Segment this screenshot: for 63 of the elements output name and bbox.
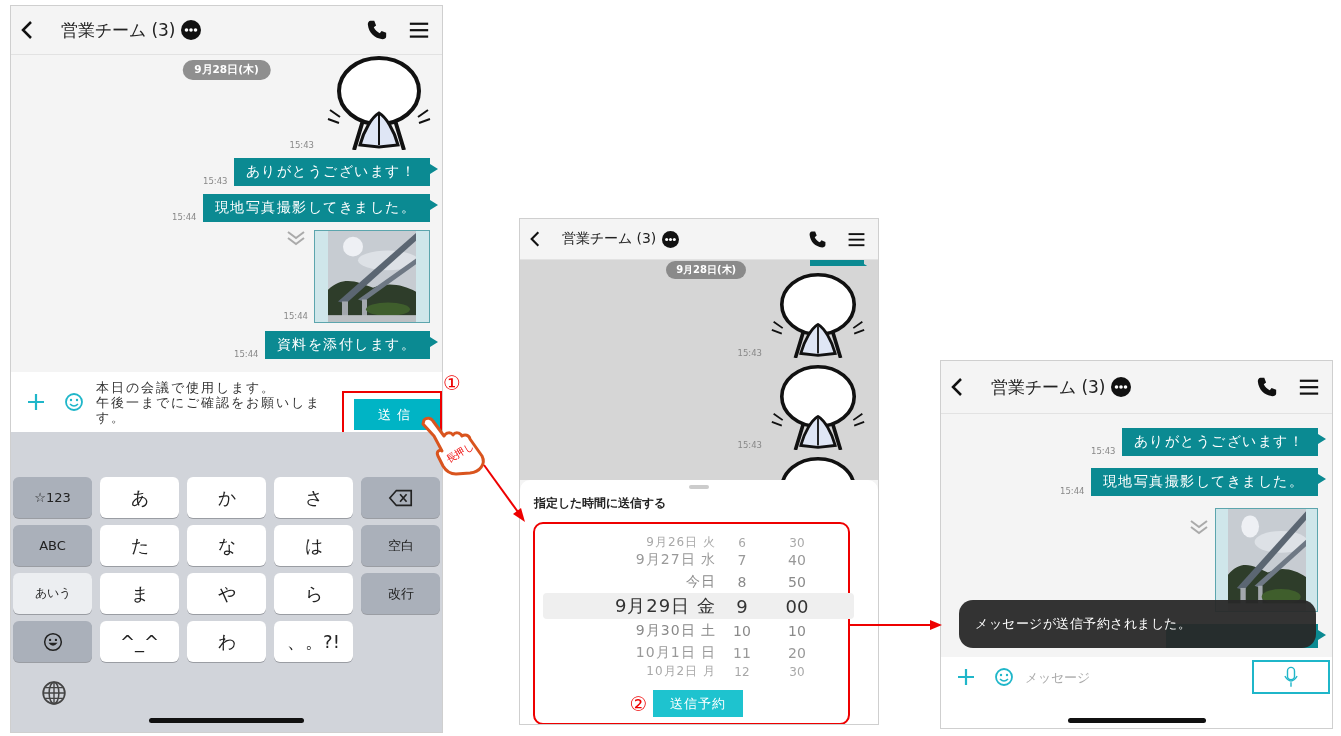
backspace-icon: [387, 487, 414, 508]
keyboard-key[interactable]: な: [187, 525, 266, 566]
keyboard-key[interactable]: [361, 477, 440, 518]
more-icon[interactable]: [1111, 377, 1132, 397]
date-chip: 9月28日(木): [182, 60, 271, 80]
keyboard-key[interactable]: 改行: [361, 573, 440, 614]
field-text: 午後一までにご確認をお願いします。: [96, 394, 321, 425]
photo-message[interactable]: [314, 230, 430, 323]
phone-icon[interactable]: [808, 229, 827, 249]
timestamp: 15:44: [172, 212, 197, 222]
message-bubble: ありがとうございます！: [233, 158, 438, 186]
globe-icon[interactable]: [41, 680, 67, 706]
phone-icon[interactable]: [1256, 376, 1278, 398]
chat-title: 営業チーム (3): [991, 375, 1106, 399]
keyboard-key[interactable]: さ: [274, 477, 353, 518]
keyboard-key[interactable]: ☆123: [13, 477, 92, 518]
keyboard-key[interactable]: た: [100, 525, 179, 566]
keyboard-key[interactable]: ABC: [13, 525, 92, 566]
step-number: ①: [443, 371, 461, 395]
keyboard-key[interactable]: [13, 621, 92, 662]
microphone-icon: [1284, 666, 1298, 688]
timestamp: 15:44: [1060, 486, 1085, 496]
timestamp: 15:43: [289, 140, 314, 150]
chat-title: 営業チーム (3): [562, 230, 657, 248]
keyboard-key[interactable]: あ: [100, 477, 179, 518]
more-icon[interactable]: [662, 230, 680, 248]
keyboard-key[interactable]: あいう: [13, 573, 92, 614]
date-chip: 9月28日(木): [666, 261, 747, 279]
keyboard-key[interactable]: ま: [100, 573, 179, 614]
more-icon[interactable]: [181, 20, 202, 40]
timestamp: 15:43: [737, 440, 762, 450]
timestamp: 15:43: [737, 348, 762, 358]
keyboard-key[interactable]: ら: [274, 573, 353, 614]
keyboard-key[interactable]: は: [274, 525, 353, 566]
back-icon[interactable]: [21, 20, 33, 40]
message-bubble: 資料を添付します。: [264, 331, 438, 359]
keyboard-key[interactable]: わ: [187, 621, 266, 662]
back-icon[interactable]: [951, 377, 963, 397]
timestamp: 15:43: [1091, 446, 1116, 456]
message-bubble: 現地写真撮影してきました。: [202, 194, 438, 222]
annotation-label: 長押し: [443, 439, 477, 467]
timestamp: 15:44: [283, 311, 308, 321]
keyboard-key[interactable]: か: [187, 477, 266, 518]
message-field[interactable]: 本日の会議で使用します。 午後一までにご確認をお願いします。: [96, 379, 334, 425]
step-number: ②: [629, 691, 648, 716]
message-bubble: 現地写真撮影してきました。: [1090, 468, 1326, 496]
phone-icon[interactable]: [366, 19, 388, 41]
picker-selected-row[interactable]: 9月29日 金 9 00: [543, 593, 854, 619]
keyboard-key[interactable]: 、。?!: [274, 621, 353, 662]
sheet-title: 指定した時間に送信する: [533, 495, 667, 512]
back-icon[interactable]: [530, 229, 540, 249]
field-text: 本日の会議で使用します。: [96, 379, 276, 395]
keyboard-key[interactable]: や: [187, 573, 266, 614]
timestamp: 15:43: [203, 176, 228, 186]
timestamp: 15:44: [234, 349, 259, 359]
keyboard-key[interactable]: ^_^: [100, 621, 179, 662]
sheet-handle[interactable]: [689, 485, 709, 489]
picker-row[interactable]: 今日 8 50: [543, 570, 854, 593]
keyboard-key[interactable]: 空白: [361, 525, 440, 566]
picker-row[interactable]: 9月30日 土 10 10: [543, 619, 854, 642]
chat-title: 営業チーム (3): [61, 18, 176, 42]
toast-message: メッセージが送信予約されました。: [959, 600, 1316, 648]
message-bubble: ありがとうございます！: [1121, 428, 1326, 456]
